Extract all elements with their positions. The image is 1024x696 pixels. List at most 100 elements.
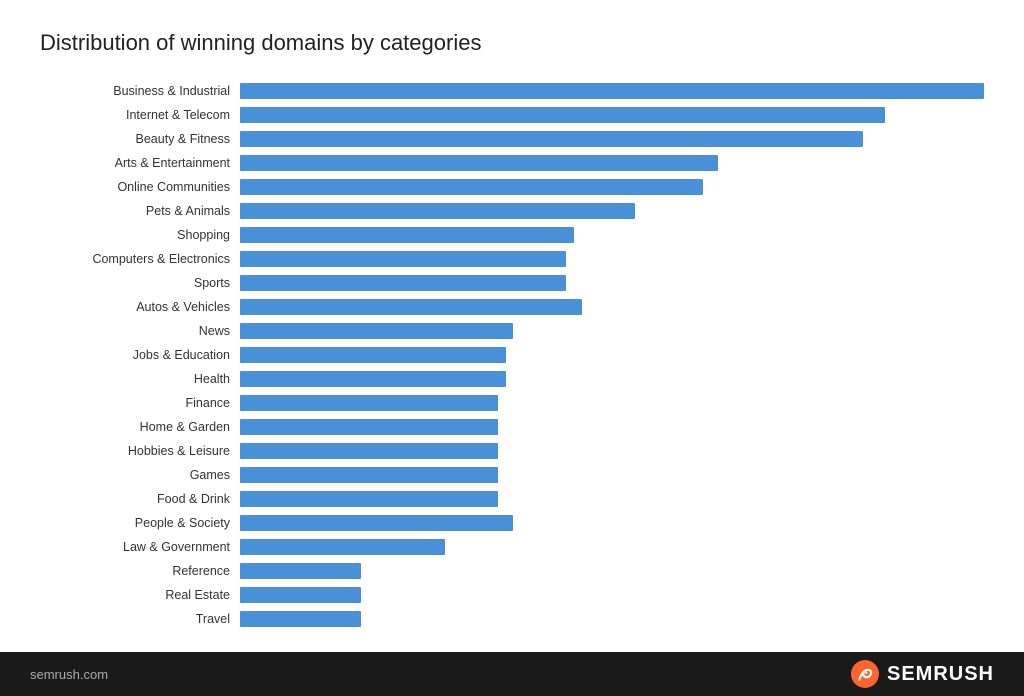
semrush-icon bbox=[851, 660, 879, 688]
bar-label: People & Society bbox=[40, 516, 240, 530]
bar-row: Games bbox=[40, 464, 984, 486]
bar-track bbox=[240, 515, 984, 531]
bar-row: Computers & Electronics bbox=[40, 248, 984, 270]
bar-label: Games bbox=[40, 468, 240, 482]
bar-fill bbox=[240, 491, 498, 507]
bar-row: Autos & Vehicles bbox=[40, 296, 984, 318]
bar-label: Autos & Vehicles bbox=[40, 300, 240, 314]
bar-label: Hobbies & Leisure bbox=[40, 444, 240, 458]
bar-row: Home & Garden bbox=[40, 416, 984, 438]
bar-fill bbox=[240, 227, 574, 243]
bar-track bbox=[240, 587, 984, 603]
bar-fill bbox=[240, 299, 582, 315]
bar-fill bbox=[240, 107, 885, 123]
bar-track bbox=[240, 467, 984, 483]
bar-label: Arts & Entertainment bbox=[40, 156, 240, 170]
bar-track bbox=[240, 155, 984, 171]
bar-label: Sports bbox=[40, 276, 240, 290]
bar-row: Reference bbox=[40, 560, 984, 582]
bar-label: Beauty & Fitness bbox=[40, 132, 240, 146]
bar-row: Travel bbox=[40, 608, 984, 630]
bar-track bbox=[240, 491, 984, 507]
bar-fill bbox=[240, 539, 445, 555]
bar-row: Food & Drink bbox=[40, 488, 984, 510]
bar-track bbox=[240, 419, 984, 435]
bar-row: Jobs & Education bbox=[40, 344, 984, 366]
chart-area: Business & Industrial Internet & Telecom B… bbox=[40, 80, 984, 632]
bar-row: News bbox=[40, 320, 984, 342]
bar-fill bbox=[240, 131, 863, 147]
bar-label: Law & Government bbox=[40, 540, 240, 554]
bar-row: Shopping bbox=[40, 224, 984, 246]
footer: semrush.com SEMRUSH bbox=[0, 652, 1024, 696]
bar-row: Pets & Animals bbox=[40, 200, 984, 222]
bar-track bbox=[240, 395, 984, 411]
bar-label: Online Communities bbox=[40, 180, 240, 194]
bar-track bbox=[240, 299, 984, 315]
bar-row: Health bbox=[40, 368, 984, 390]
bar-track bbox=[240, 203, 984, 219]
bar-row: Business & Industrial bbox=[40, 80, 984, 102]
footer-domain: semrush.com bbox=[30, 667, 108, 682]
bar-label: Jobs & Education bbox=[40, 348, 240, 362]
bar-label: Home & Garden bbox=[40, 420, 240, 434]
bar-row: People & Society bbox=[40, 512, 984, 534]
chart-container: Distribution of winning domains by categ… bbox=[0, 0, 1024, 652]
semrush-logo: SEMRUSH bbox=[851, 660, 994, 688]
bar-fill bbox=[240, 347, 506, 363]
bar-row: Arts & Entertainment bbox=[40, 152, 984, 174]
bar-label: Travel bbox=[40, 612, 240, 626]
bar-track bbox=[240, 275, 984, 291]
bar-label: Real Estate bbox=[40, 588, 240, 602]
bar-fill bbox=[240, 467, 498, 483]
bar-row: Finance bbox=[40, 392, 984, 414]
bar-fill bbox=[240, 275, 566, 291]
bar-label: Computers & Electronics bbox=[40, 252, 240, 266]
bar-fill bbox=[240, 443, 498, 459]
bar-fill bbox=[240, 563, 361, 579]
bar-label: Finance bbox=[40, 396, 240, 410]
bar-label: Shopping bbox=[40, 228, 240, 242]
bar-fill bbox=[240, 515, 513, 531]
bar-fill bbox=[240, 395, 498, 411]
bar-fill bbox=[240, 203, 635, 219]
bar-row: Beauty & Fitness bbox=[40, 128, 984, 150]
bar-fill bbox=[240, 83, 984, 99]
bar-row: Law & Government bbox=[40, 536, 984, 558]
bar-row: Real Estate bbox=[40, 584, 984, 606]
bar-fill bbox=[240, 371, 506, 387]
bar-row: Hobbies & Leisure bbox=[40, 440, 984, 462]
bar-fill bbox=[240, 587, 361, 603]
bar-label: Business & Industrial bbox=[40, 84, 240, 98]
bar-track bbox=[240, 131, 984, 147]
bar-label: Internet & Telecom bbox=[40, 108, 240, 122]
bar-fill bbox=[240, 179, 703, 195]
bar-track bbox=[240, 323, 984, 339]
bar-track bbox=[240, 443, 984, 459]
bar-label: Reference bbox=[40, 564, 240, 578]
bar-track bbox=[240, 227, 984, 243]
bar-track bbox=[240, 83, 984, 99]
bar-track bbox=[240, 347, 984, 363]
bar-fill bbox=[240, 419, 498, 435]
bar-fill bbox=[240, 323, 513, 339]
bar-fill bbox=[240, 251, 566, 267]
bar-row: Online Communities bbox=[40, 176, 984, 198]
semrush-brand-text: SEMRUSH bbox=[887, 663, 994, 686]
chart-title: Distribution of winning domains by categ… bbox=[40, 30, 984, 56]
bar-track bbox=[240, 179, 984, 195]
bar-label: Pets & Animals bbox=[40, 204, 240, 218]
bar-track bbox=[240, 251, 984, 267]
bar-fill bbox=[240, 611, 361, 627]
bar-track bbox=[240, 539, 984, 555]
bar-track bbox=[240, 107, 984, 123]
bar-track bbox=[240, 611, 984, 627]
bar-fill bbox=[240, 155, 718, 171]
bar-track bbox=[240, 371, 984, 387]
bar-row: Internet & Telecom bbox=[40, 104, 984, 126]
bar-label: Food & Drink bbox=[40, 492, 240, 506]
bar-row: Sports bbox=[40, 272, 984, 294]
bar-track bbox=[240, 563, 984, 579]
bar-label: News bbox=[40, 324, 240, 338]
bar-label: Health bbox=[40, 372, 240, 386]
